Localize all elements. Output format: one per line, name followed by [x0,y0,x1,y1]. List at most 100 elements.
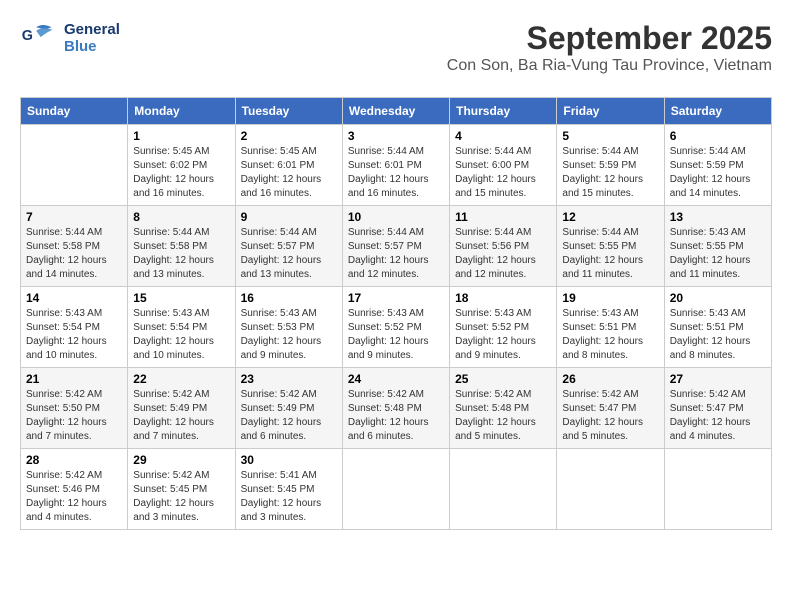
cell-content: Sunrise: 5:43 AM Sunset: 5:52 PM Dayligh… [455,307,551,363]
cell-content: Sunrise: 5:45 AM Sunset: 6:02 PM Dayligh… [133,145,229,201]
header-saturday: Saturday [664,98,771,125]
week-row-5: 28 Sunrise: 5:42 AM Sunset: 5:46 PM Dayli… [21,449,772,530]
cell-content: Sunrise: 5:42 AM Sunset: 5:49 PM Dayligh… [133,388,229,444]
week-row-4: 21Sunrise: 5:42 AM Sunset: 5:50 PM Dayli… [21,368,772,449]
week-row-1: 1 Sunrise: 5:45 AM Sunset: 6:02 PM Daylig… [21,125,772,206]
cell-content: Sunrise: 5:43 AM Sunset: 5:55 PM Dayligh… [670,226,766,282]
logo: G General Blue [20,20,120,56]
day-number: 17 [348,291,444,305]
calendar-cell: 10Sunrise: 5:44 AM Sunset: 5:57 PM Dayli… [342,206,449,287]
cell-content: Sunrise: 5:44 AM Sunset: 5:59 PM Dayligh… [562,145,658,201]
day-number: 22 [133,372,229,386]
day-number: 11 [455,210,551,224]
cell-content: Sunrise: 5:43 AM Sunset: 5:54 PM Dayligh… [133,307,229,363]
calendar-cell: 21Sunrise: 5:42 AM Sunset: 5:50 PM Dayli… [21,368,128,449]
calendar-cell: 15 Sunrise: 5:43 AM Sunset: 5:54 PM Dayli… [128,287,235,368]
week-row-3: 14Sunrise: 5:43 AM Sunset: 5:54 PM Dayli… [21,287,772,368]
cell-content: Sunrise: 5:44 AM Sunset: 5:57 PM Dayligh… [241,226,337,282]
calendar-cell [21,125,128,206]
general-blue-logo-icon: G [20,20,56,56]
calendar-cell: 18 Sunrise: 5:43 AM Sunset: 5:52 PM Dayli… [450,287,557,368]
cell-content: Sunrise: 5:45 AM Sunset: 6:01 PM Dayligh… [241,145,337,201]
week-row-2: 7Sunrise: 5:44 AM Sunset: 5:58 PM Daylig… [21,206,772,287]
calendar-cell: 28 Sunrise: 5:42 AM Sunset: 5:46 PM Dayli… [21,449,128,530]
header-thursday: Thursday [450,98,557,125]
calendar-cell: 12 Sunrise: 5:44 AM Sunset: 5:55 PM Dayli… [557,206,664,287]
cell-content: Sunrise: 5:43 AM Sunset: 5:52 PM Dayligh… [348,307,444,363]
calendar-cell: 16 Sunrise: 5:43 AM Sunset: 5:53 PM Dayli… [235,287,342,368]
calendar-cell: 1 Sunrise: 5:45 AM Sunset: 6:02 PM Daylig… [128,125,235,206]
calendar-cell [557,449,664,530]
cell-content: Sunrise: 5:44 AM Sunset: 5:58 PM Dayligh… [26,226,122,282]
calendar-cell: 25 Sunrise: 5:42 AM Sunset: 5:48 PM Dayli… [450,368,557,449]
day-number: 19 [562,291,658,305]
calendar-title: September 2025 [447,20,772,57]
day-number: 25 [455,372,551,386]
cell-content: Sunrise: 5:44 AM Sunset: 5:58 PM Dayligh… [133,226,229,282]
day-number: 20 [670,291,766,305]
day-number: 18 [455,291,551,305]
cell-content: Sunrise: 5:44 AM Sunset: 5:59 PM Dayligh… [670,145,766,201]
calendar-cell: 7Sunrise: 5:44 AM Sunset: 5:58 PM Daylig… [21,206,128,287]
day-number: 12 [562,210,658,224]
day-number: 10 [348,210,444,224]
calendar-cell: 17 Sunrise: 5:43 AM Sunset: 5:52 PM Dayli… [342,287,449,368]
header-sunday: Sunday [21,98,128,125]
calendar-cell: 26 Sunrise: 5:42 AM Sunset: 5:47 PM Dayli… [557,368,664,449]
cell-content: Sunrise: 5:42 AM Sunset: 5:46 PM Dayligh… [26,469,122,525]
day-number: 4 [455,129,551,143]
cell-content: Sunrise: 5:44 AM Sunset: 5:55 PM Dayligh… [562,226,658,282]
day-number: 1 [133,129,229,143]
day-number: 30 [241,453,337,467]
day-number: 6 [670,129,766,143]
calendar-subtitle: Con Son, Ba Ria-Vung Tau Province, Vietn… [447,57,772,75]
calendar-cell: 24 Sunrise: 5:42 AM Sunset: 5:48 PM Dayli… [342,368,449,449]
cell-content: Sunrise: 5:43 AM Sunset: 5:53 PM Dayligh… [241,307,337,363]
calendar-cell: 9Sunrise: 5:44 AM Sunset: 5:57 PM Daylig… [235,206,342,287]
cell-content: Sunrise: 5:42 AM Sunset: 5:47 PM Dayligh… [562,388,658,444]
cell-content: Sunrise: 5:42 AM Sunset: 5:45 PM Dayligh… [133,469,229,525]
cell-content: Sunrise: 5:43 AM Sunset: 5:51 PM Dayligh… [670,307,766,363]
calendar-cell: 27Sunrise: 5:42 AM Sunset: 5:47 PM Dayli… [664,368,771,449]
calendar-cell: 23 Sunrise: 5:42 AM Sunset: 5:49 PM Dayli… [235,368,342,449]
calendar-cell: 11 Sunrise: 5:44 AM Sunset: 5:56 PM Dayli… [450,206,557,287]
cell-content: Sunrise: 5:43 AM Sunset: 5:54 PM Dayligh… [26,307,122,363]
calendar-cell: 8 Sunrise: 5:44 AM Sunset: 5:58 PM Daylig… [128,206,235,287]
cell-content: Sunrise: 5:42 AM Sunset: 5:48 PM Dayligh… [348,388,444,444]
header-tuesday: Tuesday [235,98,342,125]
calendar-cell [342,449,449,530]
header-friday: Friday [557,98,664,125]
calendar-cell [664,449,771,530]
day-number: 3 [348,129,444,143]
calendar-cell: 13 Sunrise: 5:43 AM Sunset: 5:55 PM Dayli… [664,206,771,287]
day-number: 15 [133,291,229,305]
cell-content: Sunrise: 5:43 AM Sunset: 5:51 PM Dayligh… [562,307,658,363]
calendar-cell: 20 Sunrise: 5:43 AM Sunset: 5:51 PM Dayli… [664,287,771,368]
calendar-cell: 22 Sunrise: 5:42 AM Sunset: 5:49 PM Dayli… [128,368,235,449]
calendar-cell: 4 Sunrise: 5:44 AM Sunset: 6:00 PM Daylig… [450,125,557,206]
cell-content: Sunrise: 5:44 AM Sunset: 6:01 PM Dayligh… [348,145,444,201]
day-number: 26 [562,372,658,386]
day-number: 28 [26,453,122,467]
day-number: 23 [241,372,337,386]
cell-content: Sunrise: 5:44 AM Sunset: 5:56 PM Dayligh… [455,226,551,282]
calendar-cell: 19 Sunrise: 5:43 AM Sunset: 5:51 PM Dayli… [557,287,664,368]
cell-content: Sunrise: 5:42 AM Sunset: 5:49 PM Dayligh… [241,388,337,444]
cell-content: Sunrise: 5:42 AM Sunset: 5:48 PM Dayligh… [455,388,551,444]
cell-content: Sunrise: 5:44 AM Sunset: 6:00 PM Dayligh… [455,145,551,201]
calendar-header-row: SundayMondayTuesdayWednesdayThursdayFrid… [21,98,772,125]
day-number: 5 [562,129,658,143]
logo-text: General Blue [64,21,120,55]
day-number: 16 [241,291,337,305]
day-number: 24 [348,372,444,386]
day-number: 13 [670,210,766,224]
cell-content: Sunrise: 5:42 AM Sunset: 5:47 PM Dayligh… [670,388,766,444]
calendar-cell: 6 Sunrise: 5:44 AM Sunset: 5:59 PM Daylig… [664,125,771,206]
day-number: 8 [133,210,229,224]
day-number: 2 [241,129,337,143]
calendar-cell: 3 Sunrise: 5:44 AM Sunset: 6:01 PM Daylig… [342,125,449,206]
header-monday: Monday [128,98,235,125]
calendar-cell: 14Sunrise: 5:43 AM Sunset: 5:54 PM Dayli… [21,287,128,368]
calendar-cell: 5 Sunrise: 5:44 AM Sunset: 5:59 PM Daylig… [557,125,664,206]
day-number: 21 [26,372,122,386]
